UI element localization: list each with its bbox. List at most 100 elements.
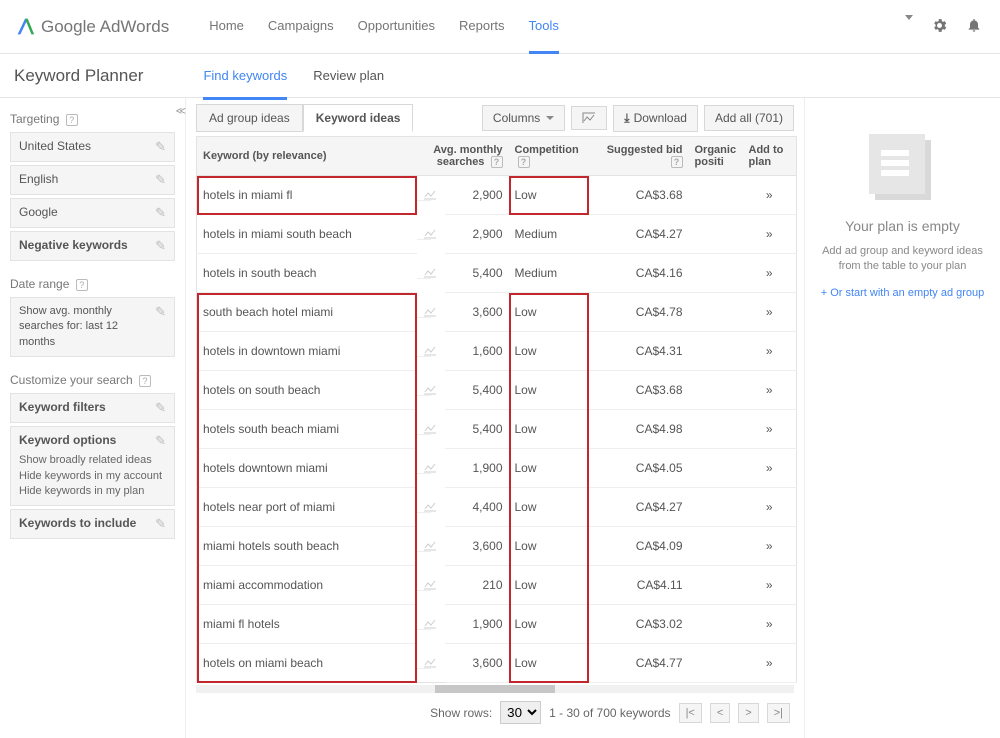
first-page-button[interactable]: |<	[679, 703, 702, 723]
next-page-button[interactable]: >	[738, 703, 758, 723]
horizontal-scrollbar[interactable]	[196, 685, 794, 693]
th-bid[interactable]: Suggested bid ?	[589, 137, 689, 176]
targeting-negative-keywords[interactable]: Negative keywords✎	[10, 231, 175, 261]
chart-icon[interactable]	[417, 449, 431, 474]
pencil-icon: ✎	[155, 304, 166, 320]
cell-keyword[interactable]: miami fl hotels	[197, 605, 417, 644]
chart-icon[interactable]	[417, 605, 431, 630]
targeting-heading: Targeting ?	[10, 112, 175, 126]
help-icon[interactable]: ?	[66, 114, 78, 126]
cell-comp: Low	[509, 527, 589, 566]
account-dropdown-icon[interactable]	[905, 20, 913, 34]
collapse-sidebar-icon[interactable]: ≪	[176, 106, 186, 117]
cell-bid: CA$3.68	[589, 176, 689, 215]
subtab-find-keywords[interactable]: Find keywords	[203, 54, 287, 100]
cell-keyword[interactable]: south beach hotel miami	[197, 293, 417, 332]
rows-select[interactable]: 30	[500, 701, 541, 724]
logo[interactable]: Google AdWords	[14, 16, 169, 38]
chart-icon[interactable]	[417, 566, 431, 591]
notifications-icon[interactable]	[966, 16, 982, 37]
customize-heading: Customize your search ?	[10, 373, 175, 387]
cell-avg: 1,900	[445, 449, 509, 488]
cell-bid: CA$4.31	[589, 332, 689, 371]
last-page-button[interactable]: >|	[767, 703, 790, 723]
chart-icon[interactable]	[417, 215, 431, 240]
add-to-plan-button[interactable]: »	[743, 176, 797, 215]
keywords-include-box[interactable]: Keywords to include✎	[10, 509, 175, 539]
cell-comp: Low	[509, 410, 589, 449]
pencil-icon: ✎	[155, 205, 166, 221]
empty-adgroup-link[interactable]: + Or start with an empty ad group	[817, 287, 988, 299]
chart-button[interactable]	[571, 106, 607, 130]
targeting-english[interactable]: English✎	[10, 165, 175, 195]
chart-icon[interactable]	[417, 254, 431, 279]
columns-button[interactable]: Columns	[482, 105, 565, 131]
chart-icon[interactable]	[417, 371, 431, 396]
cell-keyword[interactable]: hotels near port of miami	[197, 488, 417, 527]
targeting-united-states[interactable]: United States✎	[10, 132, 175, 162]
help-icon[interactable]: ?	[76, 279, 88, 291]
help-icon[interactable]: ?	[139, 375, 151, 387]
cell-avg: 2,900	[445, 215, 509, 254]
chart-icon[interactable]	[417, 293, 431, 318]
add-to-plan-button[interactable]: »	[743, 215, 797, 254]
add-to-plan-button[interactable]: »	[743, 410, 797, 449]
chart-icon[interactable]	[417, 410, 431, 435]
cell-keyword[interactable]: hotels on south beach	[197, 371, 417, 410]
targeting-google[interactable]: Google✎	[10, 198, 175, 228]
cell-keyword[interactable]: miami hotels south beach	[197, 527, 417, 566]
tab-ad-group-ideas[interactable]: Ad group ideas	[196, 104, 303, 132]
add-to-plan-button[interactable]: »	[743, 644, 797, 683]
add-to-plan-button[interactable]: »	[743, 332, 797, 371]
pencil-icon: ✎	[155, 238, 166, 254]
cell-keyword[interactable]: hotels in miami fl	[197, 176, 417, 215]
cell-bid: CA$3.68	[589, 371, 689, 410]
help-icon[interactable]: ?	[491, 156, 503, 168]
subtab-review-plan[interactable]: Review plan	[313, 54, 384, 97]
tab-keyword-ideas[interactable]: Keyword ideas	[303, 104, 414, 132]
chart-icon[interactable]	[417, 644, 431, 669]
chart-icon[interactable]	[417, 176, 431, 201]
cell-keyword[interactable]: hotels in miami south beach	[197, 215, 417, 254]
nav-home[interactable]: Home	[209, 0, 244, 54]
th-keyword[interactable]: Keyword (by relevance)	[197, 137, 417, 176]
add-to-plan-button[interactable]: »	[743, 488, 797, 527]
nav-reports[interactable]: Reports	[459, 0, 505, 54]
add-to-plan-button[interactable]: »	[743, 293, 797, 332]
download-button[interactable]: ⤓Download	[613, 105, 698, 132]
cell-keyword[interactable]: hotels downtown miami	[197, 449, 417, 488]
help-icon[interactable]: ?	[671, 156, 683, 168]
cell-keyword[interactable]: hotels in downtown miami	[197, 332, 417, 371]
prev-page-button[interactable]: <	[710, 703, 730, 723]
add-to-plan-button[interactable]: »	[743, 527, 797, 566]
add-to-plan-button[interactable]: »	[743, 605, 797, 644]
add-to-plan-button[interactable]: »	[743, 566, 797, 605]
cell-keyword[interactable]: hotels in south beach	[197, 254, 417, 293]
add-all-button[interactable]: Add all (701)	[704, 105, 794, 131]
th-organic[interactable]: Organic positi	[689, 137, 743, 176]
table-row: hotels on miami beach3,600LowCA$4.77»	[197, 644, 797, 683]
add-to-plan-button[interactable]: »	[743, 371, 797, 410]
date-range-box[interactable]: Show avg. monthly searches for: last 12 …	[10, 297, 175, 357]
chart-icon[interactable]	[417, 488, 431, 513]
keyword-filters-box[interactable]: Keyword filters✎	[10, 393, 175, 423]
nav-campaigns[interactable]: Campaigns	[268, 0, 334, 54]
nav-tools[interactable]: Tools	[529, 0, 559, 54]
chart-icon[interactable]	[417, 332, 431, 357]
cell-keyword[interactable]: hotels south beach miami	[197, 410, 417, 449]
add-to-plan-button[interactable]: »	[743, 254, 797, 293]
pencil-icon: ✎	[155, 139, 166, 155]
help-icon[interactable]: ?	[518, 156, 530, 168]
cell-comp: Low	[509, 566, 589, 605]
chart-icon[interactable]	[417, 527, 431, 552]
cell-keyword[interactable]: hotels on miami beach	[197, 644, 417, 683]
cell-organic	[689, 605, 743, 644]
cell-keyword[interactable]: miami accommodation	[197, 566, 417, 605]
logo-text: Google AdWords	[41, 17, 169, 37]
keyword-options-box[interactable]: Keyword options✎ Show broadly related id…	[10, 426, 175, 506]
nav-opportunities[interactable]: Opportunities	[358, 0, 435, 54]
settings-icon[interactable]	[931, 17, 948, 37]
th-competition[interactable]: Competition ?	[509, 137, 589, 176]
add-to-plan-button[interactable]: »	[743, 449, 797, 488]
th-avg[interactable]: Avg. monthly searches ?	[417, 137, 509, 176]
